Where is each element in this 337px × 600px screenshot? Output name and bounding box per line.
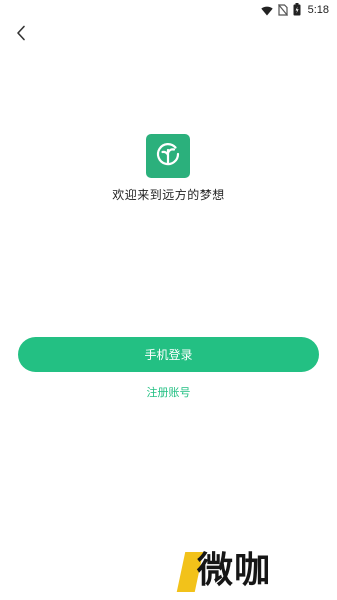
wifi-icon xyxy=(260,1,273,20)
watermark-text: 微咖 xyxy=(197,550,272,591)
sprout-logo-icon xyxy=(153,139,183,173)
chevron-left-icon xyxy=(16,25,26,45)
status-bar: 5:18 xyxy=(0,0,337,20)
status-time: 5:18 xyxy=(307,4,329,16)
register-link[interactable]: 注册账号 xyxy=(0,384,337,400)
no-sim-icon xyxy=(277,1,288,20)
phone-login-button[interactable]: 手机登录 xyxy=(18,337,319,372)
app-logo xyxy=(146,134,190,178)
back-button[interactable] xyxy=(10,24,32,46)
watermark-logo: 微咖 xyxy=(176,548,331,594)
status-icons: 5:18 xyxy=(260,1,329,20)
battery-icon xyxy=(293,1,301,20)
welcome-text: 欢迎来到远方的梦想 xyxy=(112,188,225,202)
